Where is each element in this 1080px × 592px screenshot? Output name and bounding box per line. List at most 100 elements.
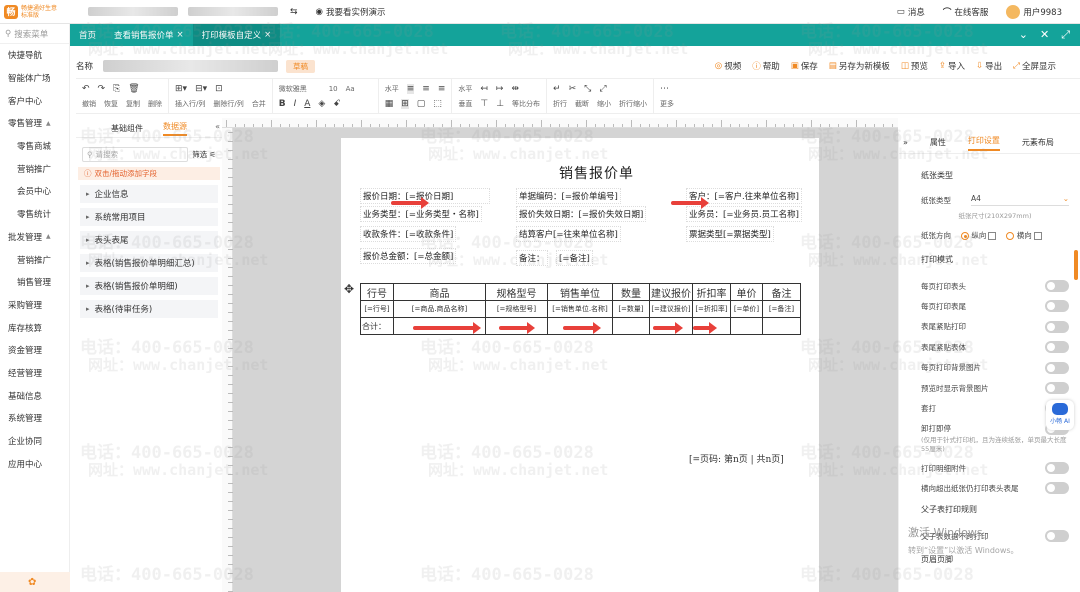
font-size-icon[interactable]: Aa [346,85,355,93]
nav-item[interactable]: 快捷导航 [0,44,69,67]
nav-item[interactable]: 营销推广 [0,248,69,271]
table-field-cell[interactable]: [=备注] [762,300,801,318]
tab-layout[interactable]: 元素布局 [1022,137,1054,148]
shrink-button[interactable]: 缩小 [597,99,611,109]
font-size-select[interactable]: 10 [329,85,338,93]
trash-icon[interactable]: 🗑 [128,84,139,94]
font-select[interactable]: 微软雅黑 [279,84,321,94]
field-remark-label[interactable]: 备注： [516,250,548,266]
expand-icon[interactable]: » [903,138,908,147]
table-header-cell[interactable]: 行号 [360,283,394,301]
border-icon[interactable]: ▦ [385,99,394,109]
action-button[interactable]: ◎ 视频 [715,60,741,72]
redo-button[interactable]: 恢复 [104,99,118,109]
messages-button[interactable]: ▭ 消息 [897,6,925,18]
tab-properties[interactable]: 属性 [930,137,946,148]
remove-icon[interactable]: ⊟▾ [195,84,207,94]
table-field-cell[interactable]: [=规格型号] [485,300,548,318]
undo-button[interactable]: 撤销 [82,99,96,109]
wrap-button[interactable]: 折行 [553,99,567,109]
table-field-cell[interactable]: [=单价] [730,300,763,318]
nav-item[interactable]: 企业协同 [0,430,69,453]
merge-button[interactable]: 合并 [252,99,266,109]
setting-toggle[interactable] [1045,300,1069,313]
nav-item[interactable]: 零售统计 [0,203,69,226]
ai-assistant-button[interactable]: 小畅 AI [1046,400,1074,430]
copy-button[interactable]: 复制 [126,99,140,109]
wrap-shrink-icon[interactable]: ⤢ [599,84,606,94]
landscape-option[interactable]: 横向 [1006,230,1042,241]
settings-icon[interactable]: ✿ [0,572,70,592]
datasource-node[interactable]: ▸ 企业信息 [80,185,218,203]
insert-icon[interactable]: ⊞▾ [175,84,187,94]
table-header-cell[interactable]: 备注 [762,283,801,301]
setting-toggle[interactable] [1045,482,1069,494]
nav-item[interactable]: 智能体广场 [0,67,69,90]
demo-link[interactable]: ◉ 我要看实例演示 [316,6,386,18]
undo-icon[interactable]: ↶ [82,84,90,94]
tab-datasource[interactable]: 数据源 [163,121,187,136]
more-button[interactable]: 更多 [660,99,674,109]
action-button[interactable]: ⇩ 导出 [976,60,1002,72]
shrink-icon[interactable]: ⤡ [584,84,591,94]
nav-item[interactable]: 销售管理 [0,271,69,294]
datasource-node[interactable]: ▸ 表头表尾 [80,231,218,249]
copy-icon[interactable]: ⎘ [113,84,120,94]
total-cell[interactable]: 合计： [360,317,394,335]
action-button[interactable]: ⇪ 导入 [939,60,965,72]
close-icon[interactable]: × [177,30,184,40]
app-logo[interactable]: 畅 畅捷通好生意 标准版 [0,4,78,19]
nav-item[interactable]: 应用中心 [0,452,69,475]
field-doc-code[interactable]: 单据编码：[=报价单编号] [516,188,621,204]
action-button[interactable]: ⓘ 帮助 [752,60,780,72]
nav-item[interactable]: 会员中心 [0,180,69,203]
tab-basic-components[interactable]: 基础组件 [111,123,143,134]
setting-toggle[interactable] [1045,462,1069,474]
align-left-icon[interactable]: ≡ [406,83,415,94]
filter-button[interactable]: 筛选 ⚟ [192,149,216,160]
collapse-panel-icon[interactable]: « [215,122,220,131]
setting-toggle[interactable] [1045,280,1069,292]
border-inner-icon[interactable]: ⊞ [401,98,409,109]
table-field-cell[interactable]: [=折扣率] [692,300,731,318]
setting-toggle[interactable] [1045,361,1069,374]
close-icon[interactable]: ✕ [1040,28,1049,42]
fill-icon[interactable]: ◈ [318,99,325,109]
merge-icon[interactable]: ⊡ [215,84,223,94]
page-number-field[interactable]: [=页码: 第n页 | 共n页] [689,452,784,465]
wrap-shrink-button[interactable]: 折行缩小 [619,99,647,109]
tab-print-settings[interactable]: 打印设置 [967,135,1000,151]
nav-item[interactable]: 客户中心 [0,89,69,112]
datasource-node[interactable]: ▸ 系统常用项目 [80,208,218,226]
datasource-node[interactable]: ▸ 表格(待审任务) [80,300,218,318]
delete-button[interactable]: 删除 [148,99,162,109]
nav-item[interactable]: 零售商城 [0,135,69,158]
tab[interactable]: 首页 [70,24,105,46]
field-expire-date[interactable]: 报价失效日期：[=报价失效日期] [516,206,647,222]
action-button[interactable]: ▣ 保存 [791,60,818,72]
nav-item[interactable]: 经营管理 [0,362,69,385]
action-button[interactable]: ⤢ 全屏显示 [1013,60,1056,72]
valign-mid-icon[interactable]: ⊥ [496,99,504,109]
chevron-down-icon[interactable]: ⌄ [1019,28,1028,42]
action-button[interactable]: ▤ 另存为新模板 [829,60,890,72]
user-menu[interactable]: 用户9983 [1006,4,1062,19]
table-field-cell[interactable]: [=建议报价] [649,300,693,318]
move-handle-icon[interactable]: ✥ [344,282,354,296]
fullscreen-icon[interactable]: ⤢ [1061,28,1070,42]
total-empty[interactable] [762,317,801,335]
table-field-cell[interactable]: [=行号] [360,300,394,318]
border-none-icon[interactable]: ⬚ [433,99,442,109]
setting-toggle[interactable] [1045,320,1069,333]
setting-toggle[interactable] [1045,341,1069,354]
portrait-option[interactable]: 纵向 [961,230,997,241]
service-button[interactable]: ⌒ 在线客服 [943,6,989,18]
table-field-cell[interactable]: [=数量] [612,300,650,318]
truncate-button[interactable]: 截断 [575,99,589,109]
field-total-amount[interactable]: 报价总金额：[=总金额] [360,248,457,264]
more-icon[interactable]: ⋯ [660,84,669,94]
table-header-cell[interactable]: 折扣率 [692,283,731,301]
delete-rowcol-button[interactable]: 删除行/列 [213,99,243,109]
parent-child-toggle[interactable] [1045,530,1069,542]
scrollbar[interactable] [1074,250,1078,280]
